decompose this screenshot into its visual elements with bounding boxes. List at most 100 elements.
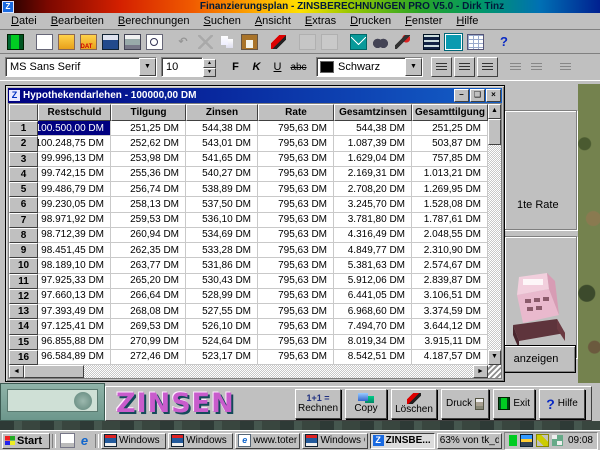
maximize-button[interactable]: ❑ [470,89,485,102]
table-cell[interactable]: 98.712,39 DM [38,228,111,243]
table-cell[interactable]: 533,28 DM [186,243,258,258]
table-cell[interactable]: 100.248,75 DM [38,136,111,151]
font-size-combo[interactable]: 10 [161,57,203,77]
row-number[interactable]: 1 [9,121,38,136]
column-header-gesamtzinsen[interactable]: Gesamtzinsen [334,104,412,121]
export-button[interactable] [443,32,463,51]
align-center-button[interactable] [454,57,475,77]
table-cell[interactable]: 260,94 DM [111,228,186,243]
row-number[interactable]: 12 [9,289,38,304]
rechnen-button[interactable]: 1+1 = Rechnen [295,389,341,419]
table-cell[interactable]: 795,63 DM [258,197,334,212]
minimize-button[interactable]: – [454,89,469,102]
table-cell[interactable]: 757,85 DM [412,152,488,167]
table-cell[interactable]: 528,99 DM [186,289,258,304]
task-download[interactable]: 63% von tk_do... [437,433,502,449]
paste-button[interactable] [239,32,259,51]
table-cell[interactable]: 1.787,61 DM [412,213,488,228]
table-cell[interactable]: 270,99 DM [111,335,186,350]
table-cell[interactable]: 3.781,80 DM [334,213,412,228]
table-cell[interactable]: 272,46 DM [111,350,186,365]
table-cell[interactable]: 2.574,67 DM [412,258,488,273]
chevron-down-icon[interactable]: ▼ [405,58,422,76]
print-button[interactable] [122,32,142,51]
row-number[interactable]: 4 [9,167,38,182]
table-cell[interactable]: 253,98 DM [111,152,186,167]
table-cell[interactable]: 795,63 DM [258,182,334,197]
table-cell[interactable]: 523,17 DM [186,350,258,365]
save-button[interactable] [100,32,120,51]
table-cell[interactable]: 255,36 DM [111,167,186,182]
vertical-scroll-track[interactable] [488,145,501,350]
menu-item-suchen[interactable]: Suchen [197,14,248,28]
scroll-down-icon[interactable]: ▼ [488,350,501,365]
column-header-gesamttilgung[interactable]: Gesamttilgung [412,104,488,121]
menu-item-berechnungen[interactable]: Berechnungen [111,14,197,28]
table-cell[interactable]: 795,63 DM [258,152,334,167]
row-number[interactable]: 8 [9,228,38,243]
underline-button[interactable]: U [268,58,287,76]
table-cell[interactable]: 268,08 DM [111,304,186,319]
table-cell[interactable]: 3.106,51 DM [412,289,488,304]
table-cell[interactable]: 265,20 DM [111,274,186,289]
scroll-right-icon[interactable]: ► [473,365,488,378]
bold-button[interactable]: F [226,58,245,76]
table-cell[interactable]: 99.742,15 DM [38,167,111,182]
table-cell[interactable]: 526,10 DM [186,319,258,334]
row-number[interactable]: 5 [9,182,38,197]
table-cell[interactable]: 5.381,63 DM [334,258,412,273]
menu-item-bearbeiten[interactable]: Bearbeiten [44,14,111,28]
table-cell[interactable]: 1.013,21 DM [412,167,488,182]
print-preview-button[interactable] [144,32,164,51]
spin-up-icon[interactable]: ▲ [203,59,216,68]
table-cell[interactable]: 99.230,05 DM [38,197,111,212]
table-cell[interactable]: 2.169,31 DM [334,167,412,182]
table-cell[interactable]: 795,63 DM [258,350,334,365]
table-cell[interactable]: 6.968,60 DM [334,304,412,319]
table-cell[interactable]: 99.486,79 DM [38,182,111,197]
table-cell[interactable]: 98.189,10 DM [38,258,111,273]
table-cell[interactable]: 795,63 DM [258,289,334,304]
table-cell[interactable]: 269,53 DM [111,319,186,334]
table-cell[interactable]: 795,63 DM [258,335,334,350]
table-cell[interactable]: 795,63 DM [258,167,334,182]
horizontal-scrollbar[interactable]: ◄ ► [8,365,502,379]
table-cell[interactable]: 97.393,49 DM [38,304,111,319]
task-zinsberechnungen[interactable]: ZZINSBE... [370,433,435,449]
table-cell[interactable]: 795,63 DM [258,228,334,243]
table-cell[interactable]: 534,69 DM [186,228,258,243]
vertical-scroll-thumb[interactable] [488,119,501,145]
document-titlebar[interactable]: Z Hypothekendarlehen - 100000,00 DM – ❑ … [8,88,502,103]
horizontal-scroll-thumb[interactable] [24,365,84,378]
table-cell[interactable]: 795,63 DM [258,319,334,334]
tools-button[interactable] [392,32,412,51]
table-cell[interactable]: 795,63 DM [258,274,334,289]
chevron-down-icon[interactable]: ▼ [139,58,156,76]
table-cell[interactable]: 795,63 DM [258,121,334,136]
exit-button[interactable] [5,32,25,51]
task-windows-2[interactable]: Windows C... [168,433,233,449]
row-number[interactable]: 10 [9,258,38,273]
table-cell[interactable]: 97.925,33 DM [38,274,111,289]
table-cell[interactable]: 540,27 DM [186,167,258,182]
table-cell[interactable]: 795,63 DM [258,213,334,228]
close-button[interactable]: × [486,89,501,102]
table-cell[interactable]: 2.839,87 DM [412,274,488,289]
menu-item-ansicht[interactable]: Ansicht [248,14,298,28]
table-cell[interactable]: 544,38 DM [334,121,412,136]
column-header-restschuld[interactable]: Restschuld [38,104,111,121]
table-cell[interactable]: 503,87 DM [412,136,488,151]
table-cell[interactable]: 251,25 DM [412,121,488,136]
column-header-zinsen[interactable]: Zinsen [186,104,258,121]
menu-item-fenster[interactable]: Fenster [398,14,449,28]
table-cell[interactable]: 3.915,11 DM [412,335,488,350]
table-cell[interactable]: 3.245,70 DM [334,197,412,212]
table-cell[interactable]: 259,53 DM [111,213,186,228]
row-number[interactable]: 9 [9,243,38,258]
table-cell[interactable]: 537,50 DM [186,197,258,212]
table-cell[interactable]: 2.708,20 DM [334,182,412,197]
menu-item-extras[interactable]: Extras [298,14,343,28]
internet-explorer-icon[interactable]: e [78,434,91,447]
column-header-rate[interactable]: Rate [258,104,334,121]
loeschen-button[interactable]: Löschen [391,389,437,419]
